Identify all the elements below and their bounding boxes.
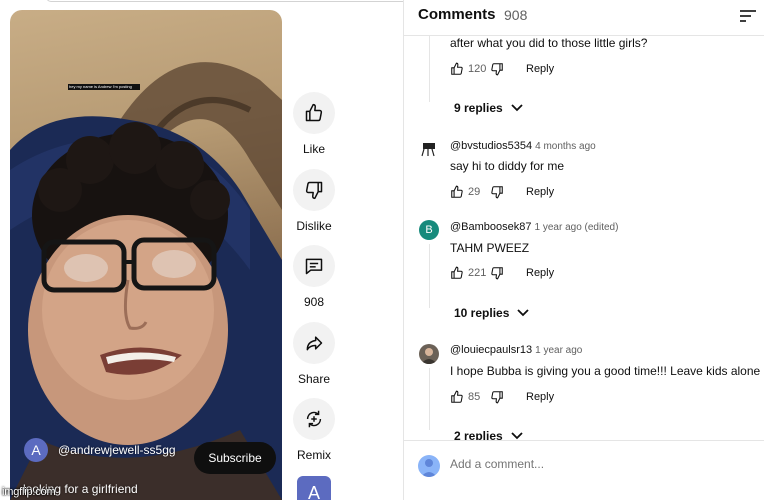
- watermark-text: imgflip.com: [2, 486, 56, 498]
- view-replies-button[interactable]: 10 replies: [454, 306, 530, 320]
- commenter-avatar[interactable]: B: [419, 220, 439, 240]
- add-comment-row: [404, 440, 764, 500]
- comment-text: say hi to diddy for me: [450, 159, 565, 173]
- dislike-label: Dislike: [296, 219, 332, 233]
- thumbs-down-icon: [305, 181, 323, 200]
- thumbs-up-icon[interactable]: [450, 390, 464, 404]
- replies-label: 10 replies: [454, 306, 510, 320]
- commenter-avatar[interactable]: [419, 139, 439, 159]
- comment-author[interactable]: @bvstudios5354 4 months ago: [450, 140, 596, 152]
- comments-count-label: 908: [303, 295, 325, 309]
- video-player[interactable]: hey my name is Andrew I'm posting A @and…: [10, 10, 282, 500]
- dislike-action[interactable]: Dislike: [289, 169, 339, 233]
- comment-time: 1 year ago (edited): [534, 222, 619, 233]
- reply-button[interactable]: Reply: [526, 186, 554, 198]
- avatar-image: [421, 143, 435, 157]
- dislike-button[interactable]: [293, 169, 335, 211]
- remix-icon: [306, 410, 322, 428]
- reply-button[interactable]: Reply: [526, 391, 554, 403]
- comments-action[interactable]: 908: [289, 245, 339, 309]
- channel-avatar[interactable]: A: [24, 438, 48, 462]
- author-handle[interactable]: @Bamboosek87: [450, 221, 532, 233]
- comment-text: TAHM PWEEZ: [450, 241, 530, 255]
- like-label: Like: [302, 142, 325, 156]
- channel-info[interactable]: A @andrewjewell-ss5gg: [24, 438, 176, 462]
- thumbs-down-icon[interactable]: [490, 185, 504, 199]
- like-count: 29: [468, 186, 481, 198]
- reply-button[interactable]: Reply: [526, 63, 554, 75]
- like-button[interactable]: [293, 92, 335, 134]
- remix-label: Remix: [296, 448, 331, 462]
- remix-action[interactable]: Remix: [289, 398, 339, 462]
- like-action[interactable]: Like: [289, 92, 339, 156]
- thread-line: [429, 36, 430, 102]
- chevron-down-icon: [517, 309, 530, 317]
- chevron-down-icon: [511, 104, 523, 112]
- chevron-down-icon: [511, 432, 523, 440]
- thumbs-up-icon[interactable]: [450, 185, 464, 199]
- thumbs-down-icon[interactable]: [490, 62, 504, 76]
- thumbs-up-icon: [305, 103, 323, 122]
- comments-panel: Comments 908 after what you did to those…: [403, 0, 764, 500]
- comment-actions: 85 Reply: [450, 389, 554, 405]
- add-comment-input[interactable]: [450, 457, 740, 471]
- avatar-image: [421, 348, 437, 364]
- creator-avatar-thumb[interactable]: A: [297, 476, 331, 500]
- shorts-page: hey my name is Andrew I'm posting A @and…: [0, 0, 764, 500]
- comment-author[interactable]: @louiecpaulsr13 1 year ago: [450, 344, 582, 356]
- sort-icon[interactable]: [739, 8, 757, 24]
- thumbs-down-icon[interactable]: [490, 390, 504, 404]
- comment-author[interactable]: @Bamboosek87 1 year ago (edited): [450, 221, 618, 233]
- thread-line: [429, 244, 430, 308]
- channel-name[interactable]: @andrewjewell-ss5gg: [58, 443, 176, 457]
- author-handle[interactable]: @bvstudios5354: [450, 140, 532, 152]
- thread-line: [429, 368, 430, 430]
- commenter-avatar[interactable]: [419, 344, 439, 364]
- user-avatar-icon: [421, 459, 437, 477]
- video-frame-image: [10, 62, 282, 500]
- share-button[interactable]: [293, 322, 335, 364]
- comment-actions: 120 Reply: [450, 61, 554, 77]
- video-overlay-caption: hey my name is Andrew I'm posting: [68, 84, 140, 90]
- share-icon: [306, 336, 323, 351]
- comment-time: 1 year ago: [535, 345, 583, 356]
- subscribe-button[interactable]: Subscribe: [194, 442, 276, 474]
- user-avatar[interactable]: [418, 455, 440, 477]
- comment-text: I hope Bubba is giving you a good time!!…: [450, 364, 761, 378]
- thumbs-down-icon[interactable]: [490, 266, 504, 280]
- comments-count: 908: [504, 7, 528, 23]
- comment-actions: 221 Reply: [450, 265, 554, 281]
- comments-header: Comments 908: [404, 0, 764, 36]
- thumbs-up-icon[interactable]: [450, 62, 464, 76]
- thumbs-up-icon[interactable]: [450, 266, 464, 280]
- like-count: 85: [468, 391, 481, 403]
- remix-button[interactable]: [293, 398, 335, 440]
- like-count: 221: [468, 267, 487, 279]
- comment-actions: 29 Reply: [450, 184, 554, 200]
- author-handle[interactable]: @louiecpaulsr13: [450, 344, 532, 356]
- view-replies-button[interactable]: 9 replies: [454, 101, 523, 115]
- share-label: Share: [297, 372, 331, 386]
- share-action[interactable]: Share: [289, 322, 339, 386]
- comment-text: after what you did to those little girls…: [450, 36, 648, 50]
- reply-button[interactable]: Reply: [526, 267, 554, 279]
- comments-button[interactable]: [293, 245, 335, 287]
- comments-title: Comments: [418, 6, 496, 23]
- comment-time: 4 months ago: [535, 141, 596, 152]
- replies-label: 9 replies: [454, 101, 503, 115]
- comment-icon: [305, 258, 323, 275]
- like-count: 120: [468, 63, 487, 75]
